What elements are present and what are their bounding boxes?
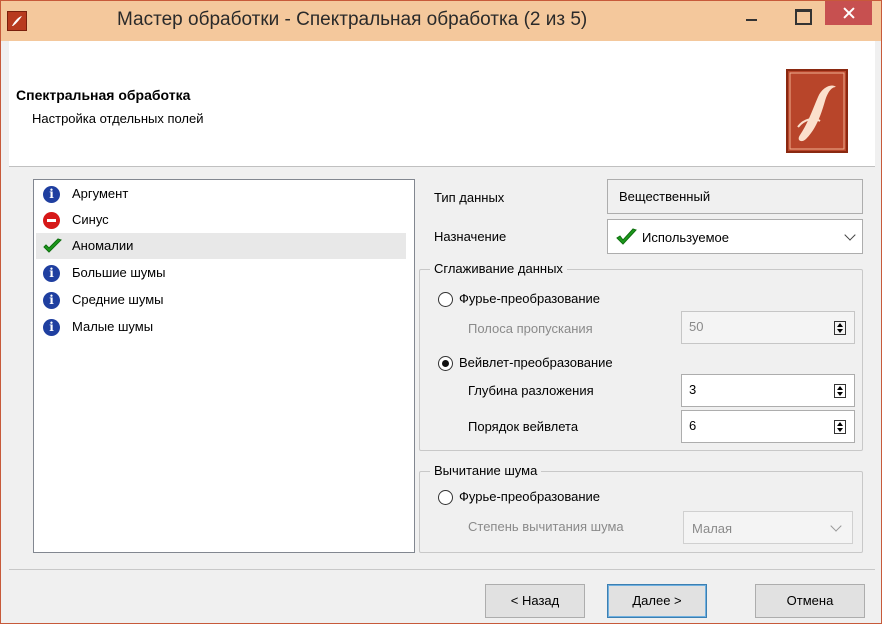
list-item-large-noise[interactable]: i Большие шумы	[36, 260, 406, 286]
smoothing-group-title: Сглаживание данных	[430, 261, 567, 276]
purpose-label: Назначение	[434, 229, 507, 244]
checkmark-icon	[43, 238, 62, 255]
wavelet-label: Вейвлет-преобразование	[459, 355, 613, 370]
title-bar: Мастер обработки - Спектральная обработк…	[1, 1, 881, 41]
depth-spinner[interactable]: 3	[681, 374, 855, 407]
logo-icon	[786, 69, 848, 153]
list-item-small-noise[interactable]: i Малые шумы	[36, 314, 406, 340]
noise-degree-label: Степень вычитания шума	[468, 519, 624, 534]
spinner-arrows-icon[interactable]	[834, 384, 846, 398]
order-value: 6	[689, 418, 697, 433]
list-item-label: Средние шумы	[72, 292, 164, 307]
depth-label: Глубина разложения	[468, 383, 594, 398]
depth-value: 3	[689, 382, 697, 397]
spinner-arrows-icon[interactable]	[834, 321, 846, 335]
order-spinner[interactable]: 6	[681, 410, 855, 443]
minimize-button[interactable]	[739, 1, 765, 31]
info-icon: i	[43, 186, 60, 203]
order-label: Порядок вейвлета	[468, 419, 579, 434]
noise-degree-value: Малая	[692, 521, 733, 536]
info-icon: i	[43, 319, 60, 336]
wizard-header: Спектральная обработка Настройка отдельн…	[9, 41, 875, 167]
cancel-button[interactable]: Отмена	[755, 584, 865, 618]
field-list[interactable]: i Аргумент Синус Аномалии i Большие шумы…	[33, 179, 415, 553]
bandwidth-spinner[interactable]: 50	[681, 311, 855, 344]
list-item-argument[interactable]: i Аргумент	[36, 181, 406, 207]
step-subtitle: Настройка отдельных полей	[32, 111, 204, 126]
data-type-label: Тип данных	[434, 190, 505, 205]
purpose-value: Используемое	[642, 230, 729, 245]
noise-fourier-radio[interactable]	[438, 490, 453, 505]
list-item-medium-noise[interactable]: i Средние шумы	[36, 287, 406, 313]
list-item-label: Аномалии	[72, 238, 134, 253]
info-icon: i	[43, 265, 60, 282]
wizard-window: Мастер обработки - Спектральная обработк…	[0, 0, 882, 624]
bandwidth-label: Полоса пропускания	[468, 321, 593, 336]
wavelet-radio[interactable]	[438, 356, 453, 371]
list-item-label: Малые шумы	[72, 319, 154, 334]
stop-icon	[43, 212, 60, 229]
list-item-label: Аргумент	[72, 186, 129, 201]
list-item-sine[interactable]: Синус	[36, 207, 406, 233]
data-type-value: Вещественный	[619, 189, 711, 204]
chevron-down-icon	[844, 229, 856, 241]
chevron-down-icon	[830, 520, 842, 532]
noise-degree-select[interactable]: Малая	[683, 511, 853, 544]
list-item-anomalies[interactable]: Аномалии	[36, 233, 406, 259]
step-title: Спектральная обработка	[16, 87, 191, 103]
close-button[interactable]	[825, 1, 872, 25]
spinner-arrows-icon[interactable]	[834, 420, 846, 434]
list-item-label: Большие шумы	[72, 265, 166, 280]
noise-fourier-label: Фурье-преобразование	[459, 489, 600, 504]
purpose-select[interactable]: Используемое	[607, 219, 863, 254]
info-icon: i	[43, 292, 60, 309]
fourier-radio[interactable]	[438, 292, 453, 307]
checkmark-icon	[616, 228, 638, 249]
app-icon	[7, 11, 27, 31]
data-type-field: Вещественный	[607, 179, 863, 214]
bandwidth-value: 50	[689, 319, 704, 334]
list-item-label: Синус	[72, 212, 109, 227]
next-button[interactable]: Далее >	[607, 584, 707, 618]
maximize-button[interactable]	[789, 1, 815, 31]
noise-group-title: Вычитание шума	[430, 463, 542, 478]
window-title: Мастер обработки - Спектральная обработк…	[117, 9, 588, 30]
back-button[interactable]: < Назад	[485, 584, 585, 618]
footer-divider	[9, 569, 875, 570]
fourier-label: Фурье-преобразование	[459, 291, 600, 306]
